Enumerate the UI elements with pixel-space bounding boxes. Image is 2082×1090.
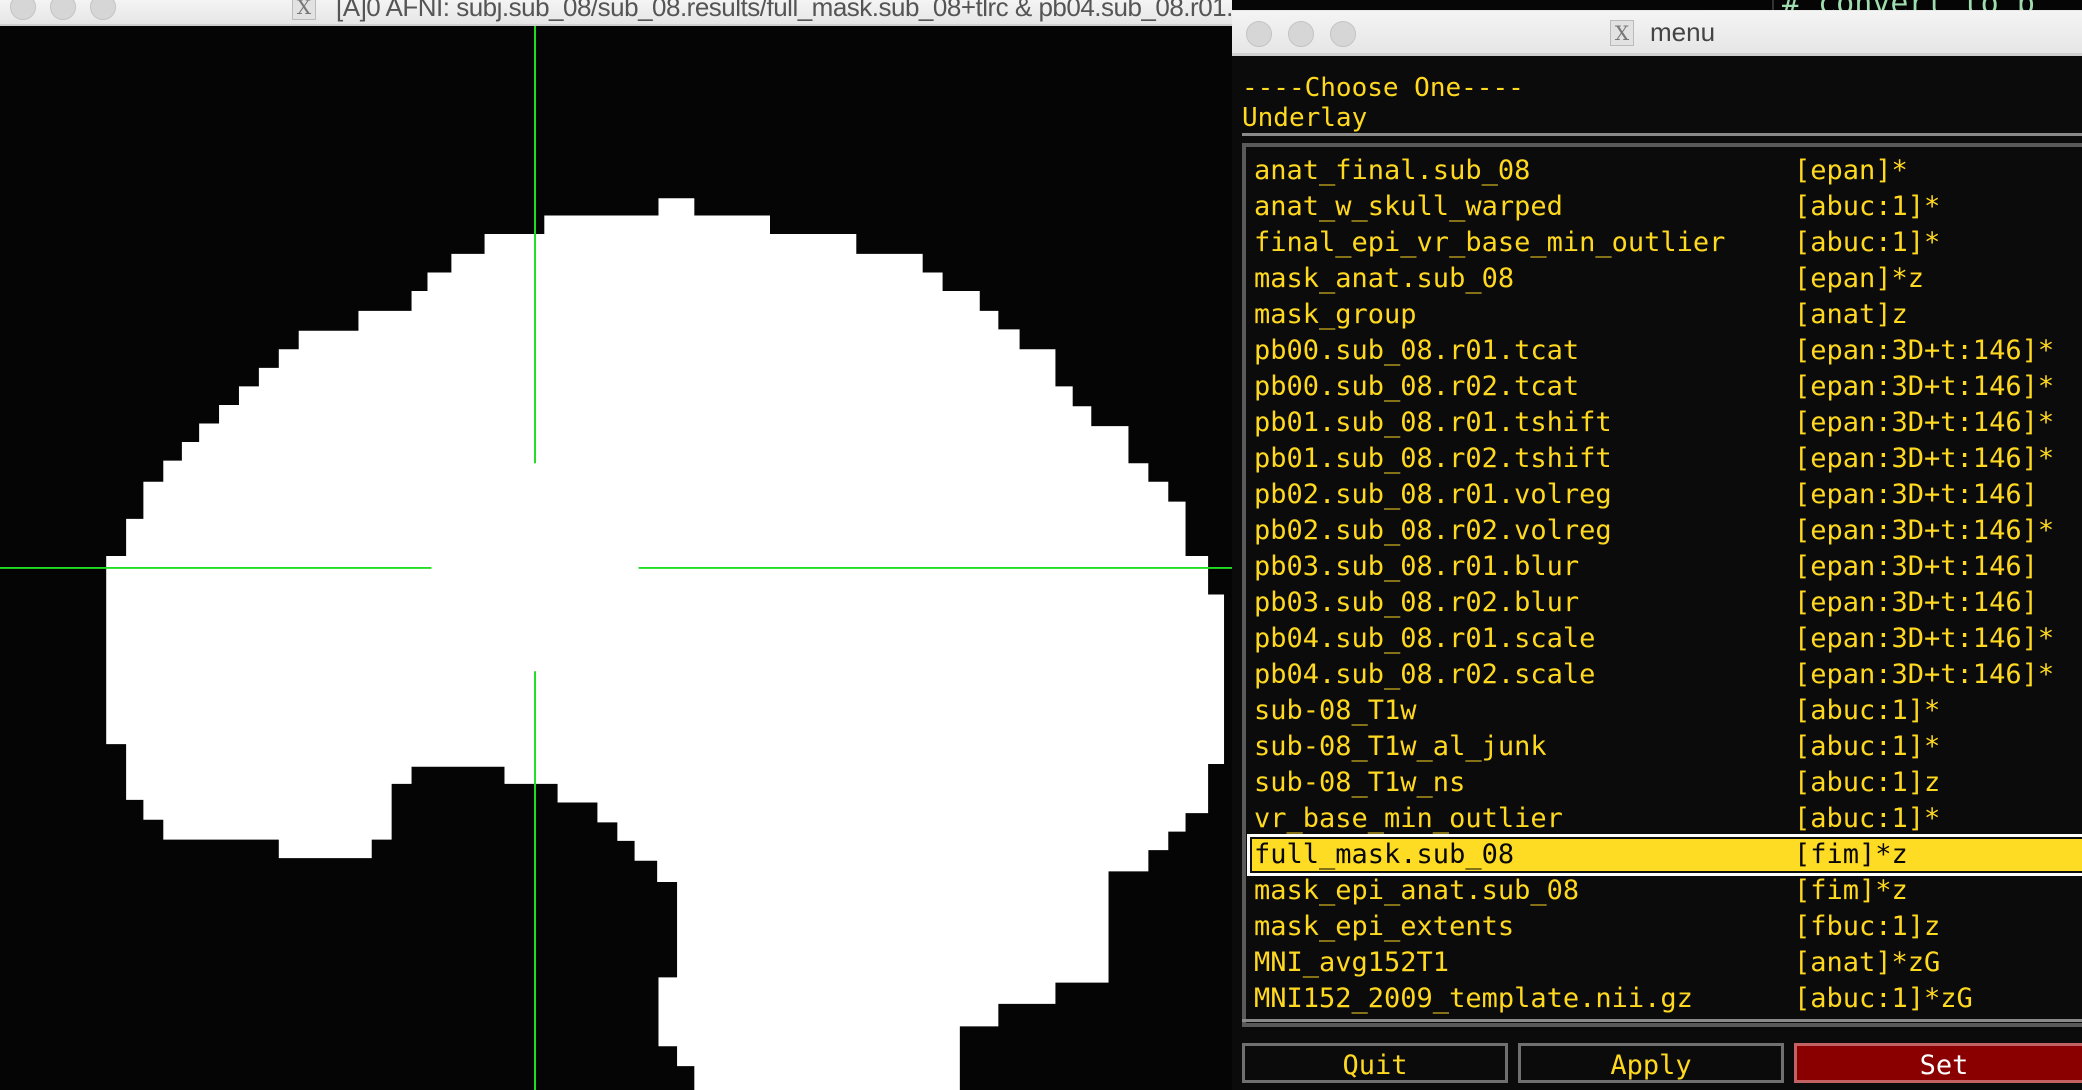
dataset-name: sub-08_T1w_al_junk: [1254, 731, 1547, 762]
dataset-type-tag: [epan:3D+t:146]*: [1794, 407, 2055, 438]
apply-button[interactable]: Apply: [1518, 1043, 1784, 1083]
dataset-type-tag: [fbuc:1]z: [1794, 911, 1941, 942]
dataset-name: full_mask.sub_08: [1254, 839, 1515, 870]
menu-titlebar[interactable]: X menu: [1232, 10, 2082, 56]
zoom-window-button[interactable]: [1330, 21, 1356, 47]
dataset-type-tag: [epan:3D+t:146]*: [1794, 623, 2055, 654]
separator: [1242, 1019, 2082, 1022]
list-item[interactable]: MNI152_2009_template.nii.gz [abuc:1]*zG: [1250, 981, 2082, 1017]
choose-one-header: ----Choose One----: [1242, 73, 1524, 103]
zoom-window-button[interactable]: [90, 0, 116, 20]
image-viewer-canvas[interactable]: [0, 26, 1232, 1090]
list-item[interactable]: pb00.sub_08.r01.tcat [epan:3D+t:146]*: [1250, 333, 2082, 369]
dataset-type-tag: [fim]*z: [1794, 839, 1908, 870]
dataset-name: mask_group: [1254, 299, 1417, 330]
close-window-button[interactable]: [1246, 21, 1272, 47]
list-item[interactable]: anat_final.sub_08 [epan]*: [1250, 153, 2082, 189]
underlay-label: Underlay: [1242, 103, 1368, 133]
afni-window-title: [A]0 AFNI: subj.sub_08/sub_08.results/fu…: [336, 0, 1232, 22]
dataset-type-tag: [epan:3D+t:146]*: [1794, 371, 2055, 402]
list-item[interactable]: mask_epi_anat.sub_08 [fim]*z: [1250, 873, 2082, 909]
dataset-name: MNI152_2009_template.nii.gz: [1254, 983, 1693, 1014]
list-item[interactable]: mask_group [anat]z: [1250, 297, 2082, 333]
dataset-name: anat_w_skull_warped: [1254, 191, 1563, 222]
dataset-type-tag: [anat]*zG: [1794, 947, 1941, 978]
dataset-name: mask_anat.sub_08: [1254, 263, 1515, 294]
dataset-type-tag: [abuc:1]*: [1794, 227, 1941, 258]
quit-button[interactable]: Quit: [1242, 1043, 1508, 1083]
list-item[interactable]: pb04.sub_08.r01.scale [epan:3D+t:146]*: [1250, 621, 2082, 657]
dataset-name: pb02.sub_08.r01.volreg: [1254, 479, 1612, 510]
x11-icon: X: [292, 0, 316, 20]
x11-icon: X: [1610, 20, 1634, 46]
list-item[interactable]: pb02.sub_08.r02.volreg [epan:3D+t:146]*: [1250, 513, 2082, 549]
dataset-type-tag: [abuc:1]*zG: [1794, 983, 1973, 1014]
dataset-type-tag: [epan:3D+t:146]: [1794, 587, 2038, 618]
dataset-type-tag: [epan]*: [1794, 155, 1908, 186]
dataset-type-tag: [epan:3D+t:146]*: [1794, 443, 2055, 474]
list-item[interactable]: vr_base_min_outlier [abuc:1]*: [1250, 801, 2082, 837]
close-window-button[interactable]: [10, 0, 36, 20]
dataset-name: sub-08_T1w: [1254, 695, 1417, 726]
dataset-name: pb02.sub_08.r02.volreg: [1254, 515, 1612, 546]
dataset-type-tag: [epan]*z: [1794, 263, 1925, 294]
list-item[interactable]: sub-08_T1w_ns [abuc:1]z: [1250, 765, 2082, 801]
dataset-name: pb01.sub_08.r02.tshift: [1254, 443, 1612, 474]
dataset-type-tag: [abuc:1]*: [1794, 731, 1941, 762]
menu-body: ----Choose One---- Underlay anat_final.s…: [1232, 55, 2082, 1090]
list-item-selected[interactable]: full_mask.sub_08 [fim]*z: [1247, 834, 2082, 876]
afni-titlebar[interactable]: X [A]0 AFNI: subj.sub_08/sub_08.results/…: [0, 0, 1232, 26]
dataset-name: pb00.sub_08.r02.tcat: [1254, 371, 1580, 402]
minimize-window-button[interactable]: [1288, 21, 1314, 47]
dataset-type-tag: [epan:3D+t:146]: [1794, 479, 2038, 510]
list-item[interactable]: final_epi_vr_base_min_outlier [abuc:1]*: [1250, 225, 2082, 261]
dataset-name: pb03.sub_08.r02.blur: [1254, 587, 1580, 618]
dataset-name: MNI_avg152T1: [1254, 947, 1450, 978]
window-controls: [1246, 21, 1356, 47]
dataset-type-tag: [epan:3D+t:146]*: [1794, 659, 2055, 690]
minimize-window-button[interactable]: [50, 0, 76, 20]
dataset-type-tag: [epan:3D+t:146]*: [1794, 335, 2055, 366]
dataset-type-tag: [fim]*z: [1794, 875, 1908, 906]
dataset-name: mask_epi_extents: [1254, 911, 1515, 942]
dataset-type-tag: [anat]z: [1794, 299, 1908, 330]
list-item[interactable]: pb00.sub_08.r02.tcat [epan:3D+t:146]*: [1250, 369, 2082, 405]
list-item[interactable]: mask_epi_extents [fbuc:1]z: [1250, 909, 2082, 945]
dataset-name: mask_epi_anat.sub_08: [1254, 875, 1580, 906]
dataset-type-tag: [abuc:1]*: [1794, 191, 1941, 222]
underlay-menu-window: X menu ----Choose One---- Underlay anat_…: [1232, 10, 2082, 1090]
dataset-type-tag: [abuc:1]*: [1794, 695, 1941, 726]
list-item[interactable]: pb03.sub_08.r01.blur [epan:3D+t:146]: [1250, 549, 2082, 585]
dataset-name: vr_base_min_outlier: [1254, 803, 1563, 834]
list-item[interactable]: MNI_avg152T1 [anat]*zG: [1250, 945, 2082, 981]
dataset-name: sub-08_T1w_ns: [1254, 767, 1466, 798]
dataset-name: pb04.sub_08.r02.scale: [1254, 659, 1596, 690]
dataset-name: pb04.sub_08.r01.scale: [1254, 623, 1596, 654]
dataset-type-tag: [epan:3D+t:146]*: [1794, 515, 2055, 546]
brain-slice-image[interactable]: [0, 26, 1232, 1090]
set-button[interactable]: Set: [1794, 1043, 2082, 1083]
list-item[interactable]: mask_anat.sub_08 [epan]*z: [1250, 261, 2082, 297]
list-item[interactable]: anat_w_skull_warped [abuc:1]*: [1250, 189, 2082, 225]
dataset-list[interactable]: anat_final.sub_08 [epan]* anat_w_skull_war…: [1242, 143, 2082, 1027]
list-item[interactable]: pb01.sub_08.r01.tshift [epan:3D+t:146]*: [1250, 405, 2082, 441]
dataset-name: pb01.sub_08.r01.tshift: [1254, 407, 1612, 438]
dataset-type-tag: [epan:3D+t:146]: [1794, 551, 2038, 582]
dataset-type-tag: [abuc:1]*: [1794, 803, 1941, 834]
list-item[interactable]: sub-08_T1w_al_junk [abuc:1]*: [1250, 729, 2082, 765]
separator: [1242, 133, 2082, 136]
window-controls: [10, 0, 116, 20]
list-item[interactable]: pb03.sub_08.r02.blur [epan:3D+t:146]: [1250, 585, 2082, 621]
dataset-name: pb03.sub_08.r01.blur: [1254, 551, 1580, 582]
list-item[interactable]: pb01.sub_08.r02.tshift [epan:3D+t:146]*: [1250, 441, 2082, 477]
dataset-name: pb00.sub_08.r01.tcat: [1254, 335, 1580, 366]
list-item[interactable]: pb04.sub_08.r02.scale [epan:3D+t:146]*: [1250, 657, 2082, 693]
dataset-name: final_epi_vr_base_min_outlier: [1254, 227, 1726, 258]
dataset-type-tag: [abuc:1]z: [1794, 767, 1941, 798]
dataset-name: anat_final.sub_08: [1254, 155, 1531, 186]
list-item[interactable]: pb02.sub_08.r01.volreg [epan:3D+t:146]: [1250, 477, 2082, 513]
list-item[interactable]: sub-08_T1w [abuc:1]*: [1250, 693, 2082, 729]
afni-image-window: X [A]0 AFNI: subj.sub_08/sub_08.results/…: [0, 0, 1232, 1090]
menu-window-title: menu: [1650, 17, 1716, 47]
